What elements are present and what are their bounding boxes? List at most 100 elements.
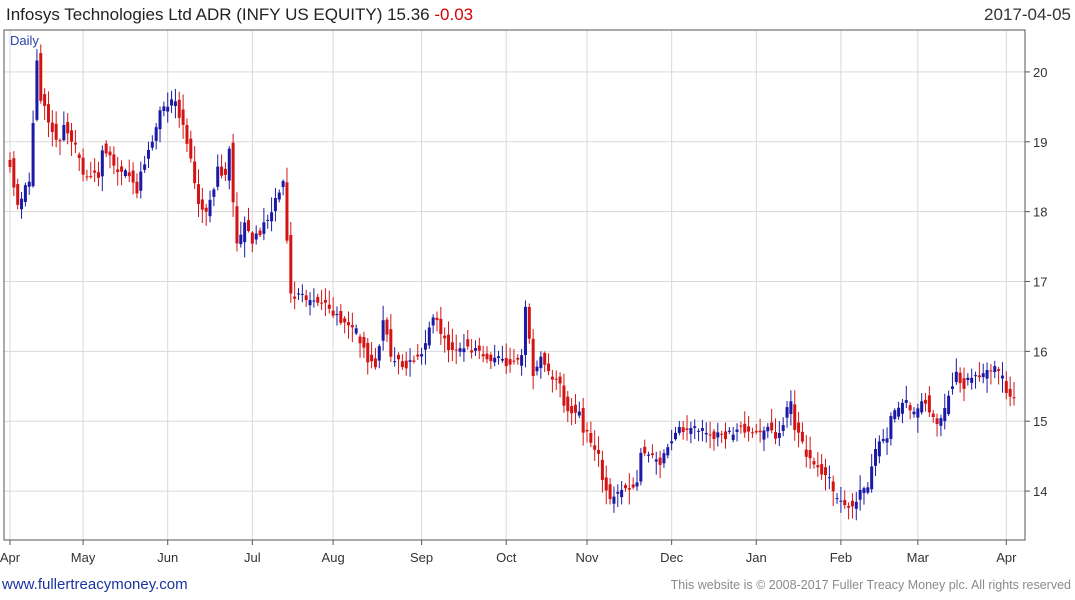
candle — [643, 439, 647, 457]
candle — [150, 135, 154, 151]
candle-body — [73, 142, 77, 145]
candle — [416, 344, 420, 360]
security-name: Infosys Technologies Ltd ADR (INFY US EQ… — [6, 5, 383, 24]
candle-body — [481, 354, 485, 357]
candle — [427, 321, 431, 349]
candle-body — [43, 94, 47, 106]
candle — [935, 413, 939, 437]
candle — [589, 421, 593, 448]
candle — [731, 426, 735, 443]
y-tick-label: 17 — [1033, 275, 1047, 290]
candle — [866, 482, 870, 495]
candle — [800, 422, 804, 444]
candle — [227, 146, 231, 190]
candle-body — [666, 447, 670, 456]
candle — [954, 358, 958, 385]
candle-body — [216, 166, 220, 187]
candle — [797, 411, 801, 448]
candle-body — [285, 182, 289, 241]
site-link[interactable]: www.fullertreacymoney.com — [2, 576, 188, 593]
candle-body — [820, 464, 824, 475]
candle — [623, 483, 627, 492]
candle-body — [77, 154, 81, 159]
candle — [1000, 362, 1004, 393]
candle-body — [697, 430, 701, 432]
candle — [320, 289, 324, 310]
x-tick-label: Nov — [575, 550, 599, 565]
candle — [439, 306, 443, 345]
candle — [527, 303, 531, 344]
candle-body — [373, 358, 377, 368]
candle-body — [812, 461, 816, 465]
chart-title: Infosys Technologies Ltd ADR (INFY US EQ… — [6, 5, 473, 25]
candle — [847, 502, 851, 520]
candle — [181, 94, 185, 139]
candle-body — [400, 361, 404, 368]
candle — [323, 288, 327, 316]
candle-body — [950, 386, 954, 389]
candle-body — [570, 406, 574, 414]
candle-body — [1008, 388, 1012, 397]
candle-body — [473, 348, 477, 351]
candle — [100, 145, 104, 192]
candle — [273, 187, 277, 222]
x-tick-label: Oct — [496, 550, 517, 565]
candle-body — [35, 60, 39, 120]
chart-header: Infosys Technologies Ltd ADR (INFY US EQ… — [0, 0, 1075, 30]
candle-body — [927, 395, 931, 413]
candle-body — [535, 366, 539, 372]
candle-body — [977, 375, 981, 378]
candle-body — [58, 140, 62, 142]
candle — [420, 347, 424, 365]
candle-body — [223, 168, 227, 175]
candle — [854, 492, 858, 521]
candle — [262, 207, 266, 241]
candle — [862, 486, 866, 505]
candle-body — [981, 373, 985, 378]
candle-body — [277, 192, 281, 200]
x-tick-label: Mar — [907, 550, 930, 565]
candle — [193, 146, 197, 189]
candle-body — [281, 181, 285, 187]
candle-body — [581, 408, 585, 433]
candle-body — [323, 299, 327, 303]
candle-body — [870, 466, 874, 490]
candle-body — [266, 219, 270, 221]
candle-body — [254, 233, 258, 240]
candle-body — [293, 296, 297, 299]
candle — [766, 423, 770, 439]
candle-body — [320, 302, 324, 304]
candle — [950, 372, 954, 395]
candle-body — [220, 166, 224, 176]
candle — [639, 448, 643, 486]
candle — [1004, 371, 1008, 400]
candle — [831, 475, 835, 507]
candle — [612, 486, 616, 513]
candle-body — [589, 432, 593, 443]
x-tick-label: Apr — [996, 550, 1017, 565]
candle — [8, 152, 12, 173]
candle-body — [331, 310, 335, 316]
candle — [562, 373, 566, 413]
candle — [631, 477, 635, 490]
candle — [804, 435, 808, 468]
x-tick-label: Dec — [660, 550, 684, 565]
candle-body — [170, 99, 174, 106]
candlestick-series — [8, 44, 1016, 521]
candle-body — [558, 376, 562, 384]
candle — [43, 88, 47, 120]
candle — [735, 423, 739, 442]
candle — [520, 349, 524, 376]
candle — [881, 428, 885, 444]
candle-body — [158, 110, 162, 130]
candle-body — [839, 500, 843, 502]
candle-body — [627, 488, 631, 490]
candle — [654, 451, 658, 475]
candle-body — [316, 296, 320, 303]
candle-body — [347, 322, 351, 326]
candle — [308, 292, 312, 316]
candle — [331, 297, 335, 318]
x-tick-label: Jan — [746, 550, 767, 565]
candle — [793, 390, 797, 441]
candle-body — [512, 360, 516, 362]
